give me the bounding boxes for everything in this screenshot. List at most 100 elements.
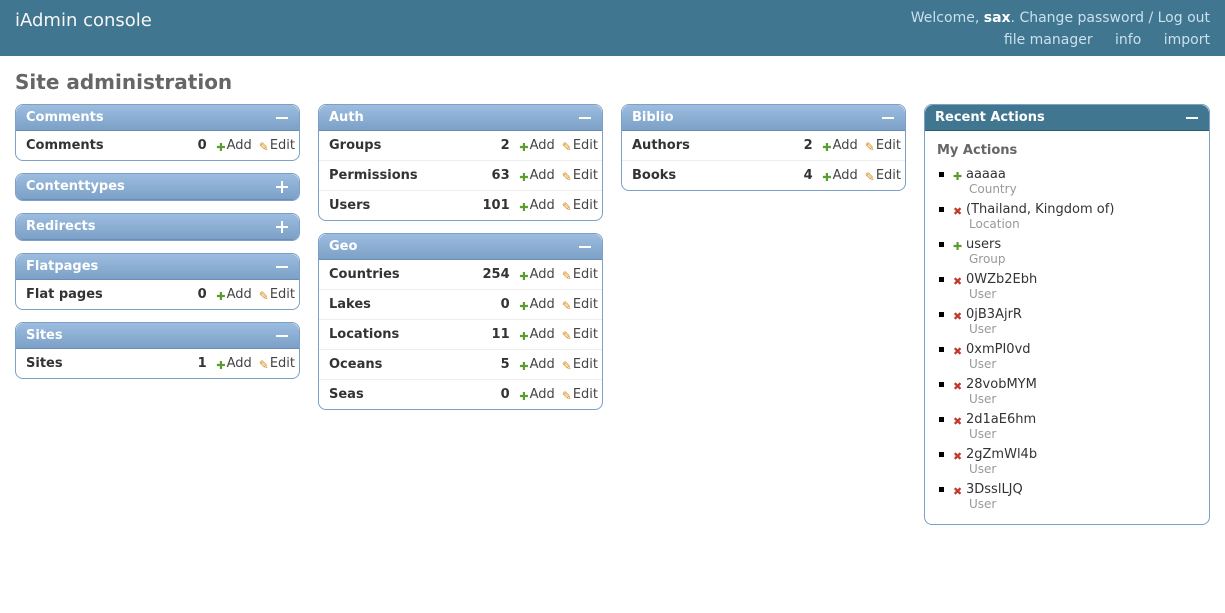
add-icon [821, 170, 832, 181]
nav-info[interactable]: info [1115, 32, 1141, 48]
collapse-icon[interactable] [578, 111, 592, 125]
edit-link[interactable]: Edit [258, 356, 295, 371]
recent-action-link[interactable]: 2d1aE6hm [966, 412, 1036, 427]
edit-link[interactable]: Edit [258, 287, 295, 302]
edit-link[interactable]: Edit [561, 387, 598, 402]
model-link[interactable]: Users [329, 198, 370, 213]
recent-action-link[interactable]: 2gZmWl4b [966, 447, 1037, 462]
add-icon [518, 299, 529, 310]
edit-link[interactable]: Edit [561, 357, 598, 372]
collapse-icon[interactable] [275, 260, 289, 274]
model-row: Sites1AddEdit [16, 349, 299, 378]
model-link[interactable]: Groups [329, 138, 381, 153]
edit-link[interactable]: Edit [864, 168, 901, 183]
collapse-icon[interactable] [275, 329, 289, 343]
model-link[interactable]: Books [632, 168, 676, 183]
collapse-icon[interactable] [881, 111, 895, 125]
edit-icon [561, 200, 572, 211]
module-header[interactable]: Sites [16, 323, 299, 349]
model-link[interactable]: Comments [26, 138, 104, 153]
welcome-text: Welcome, [911, 10, 984, 26]
add-link[interactable]: Add [518, 138, 555, 153]
edit-icon [258, 289, 269, 300]
edit-icon [561, 170, 572, 181]
nav-import[interactable]: import [1164, 32, 1210, 48]
model-link[interactable]: Lakes [329, 297, 371, 312]
add-link[interactable]: Add [518, 267, 555, 282]
recent-action-link[interactable]: 28vobMYM [966, 377, 1037, 392]
edit-link[interactable]: Edit [561, 297, 598, 312]
add-link[interactable]: Add [518, 168, 555, 183]
model-link[interactable]: Flat pages [26, 287, 103, 302]
model-link[interactable]: Oceans [329, 357, 382, 372]
add-icon [518, 389, 529, 400]
edit-link[interactable]: Edit [561, 138, 598, 153]
recent-action-link[interactable]: aaaaa [966, 167, 1006, 182]
nav-file-manager[interactable]: file manager [1004, 32, 1093, 48]
app-module: CommentsComments0AddEdit [15, 104, 300, 161]
module-header[interactable]: Geo [319, 234, 602, 260]
edit-link[interactable]: Edit [258, 138, 295, 153]
recent-action-link[interactable]: 3DsslLJQ [966, 482, 1023, 497]
module-header[interactable]: Flatpages [16, 254, 299, 280]
module-body: Countries254AddEditLakes0AddEditLocation… [319, 260, 602, 409]
add-link[interactable]: Add [518, 297, 555, 312]
module-title: Redirects [26, 219, 95, 234]
edit-link[interactable]: Edit [561, 327, 598, 342]
model-link[interactable]: Locations [329, 327, 399, 342]
add-icon [821, 140, 832, 151]
model-link[interactable]: Authors [632, 138, 690, 153]
collapse-icon[interactable] [275, 111, 289, 125]
add-link[interactable]: Add [821, 168, 858, 183]
model-link[interactable]: Permissions [329, 168, 418, 183]
app-module: Contenttypes [15, 173, 300, 201]
add-link[interactable]: Add [518, 357, 555, 372]
recent-action-link[interactable]: (Thailand, Kingdom of) [966, 202, 1114, 217]
recent-action-type: User [969, 462, 1197, 476]
add-link[interactable]: Add [518, 327, 555, 342]
add-link[interactable]: Add [215, 356, 252, 371]
model-link[interactable]: Seas [329, 387, 364, 402]
add-link[interactable]: Add [821, 138, 858, 153]
add-link[interactable]: Add [518, 387, 555, 402]
header-user-area: Welcome, sax. Change password / Log out … [911, 10, 1210, 48]
recent-action-link[interactable]: 0xmPI0vd [966, 342, 1031, 357]
delete-icon [953, 484, 964, 495]
delete-icon [953, 414, 964, 425]
module-header[interactable]: Auth [319, 105, 602, 131]
delete-icon [953, 379, 964, 390]
module-header[interactable]: Biblio [622, 105, 905, 131]
model-row: Flat pages0AddEdit [16, 280, 299, 309]
edit-link[interactable]: Edit [561, 198, 598, 213]
add-icon [215, 289, 226, 300]
recent-action-link[interactable]: 0WZb2Ebh [966, 272, 1037, 287]
delete-icon [953, 309, 964, 320]
collapse-icon[interactable] [1185, 111, 1199, 125]
model-row: Lakes0AddEdit [319, 290, 602, 320]
recent-action-link[interactable]: users [966, 237, 1001, 252]
edit-link[interactable]: Edit [561, 267, 598, 282]
model-link[interactable]: Countries [329, 267, 400, 282]
recent-action-item: 3DsslLJQUser [937, 479, 1197, 514]
recent-action-item: 2d1aE6hmUser [937, 409, 1197, 444]
model-count: 101 [475, 191, 514, 221]
add-link[interactable]: Add [215, 138, 252, 153]
add-icon [518, 329, 529, 340]
edit-icon [258, 358, 269, 369]
edit-link[interactable]: Edit [561, 168, 598, 183]
logout-link[interactable]: Log out [1158, 10, 1210, 26]
collapse-icon[interactable] [578, 240, 592, 254]
module-header[interactable]: Recent Actions [925, 105, 1209, 131]
expand-icon[interactable] [275, 220, 289, 234]
module-header[interactable]: Contenttypes [16, 174, 299, 200]
module-header[interactable]: Redirects [16, 214, 299, 240]
model-count: 254 [475, 260, 514, 290]
recent-action-link[interactable]: 0jB3AjrR [966, 307, 1022, 322]
module-header[interactable]: Comments [16, 105, 299, 131]
edit-link[interactable]: Edit [864, 138, 901, 153]
add-link[interactable]: Add [518, 198, 555, 213]
expand-icon[interactable] [275, 180, 289, 194]
add-link[interactable]: Add [215, 287, 252, 302]
model-link[interactable]: Sites [26, 356, 63, 371]
change-password-link[interactable]: Change password [1019, 10, 1144, 26]
